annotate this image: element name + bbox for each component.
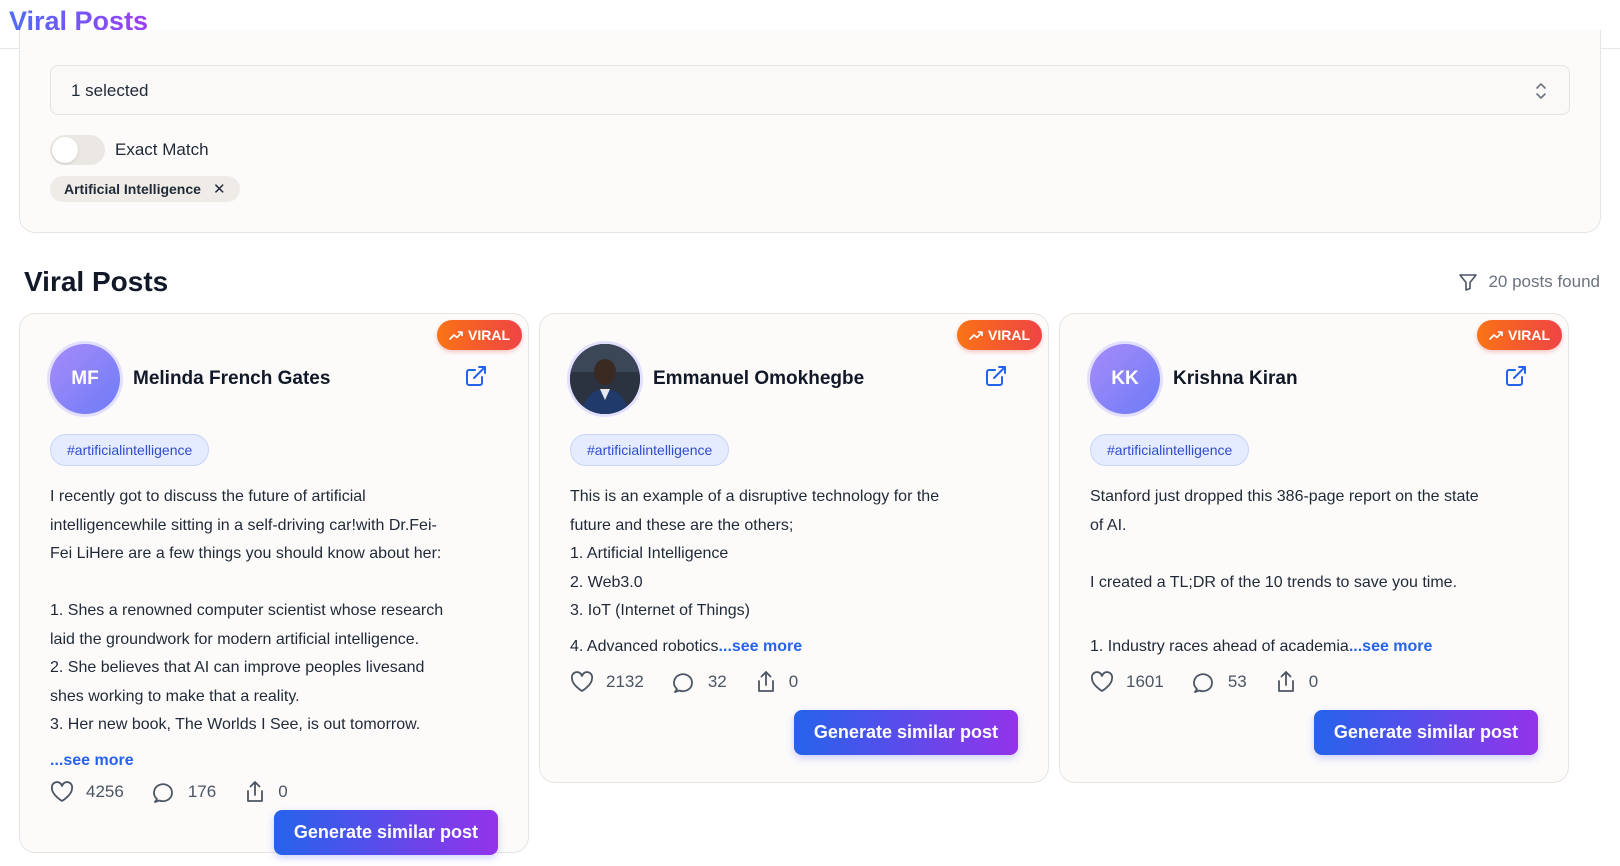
hashtag-badge[interactable]: #artificialintelligence: [50, 434, 210, 466]
author-name: Melinda French Gates: [133, 368, 331, 389]
post-line: [1090, 597, 1538, 626]
comment-icon: [152, 783, 173, 803]
likes-stat[interactable]: 2132: [570, 671, 644, 693]
post-line: [1090, 540, 1538, 569]
post-card: VIRAL KK Krishna Kiran #artificialintell…: [1059, 313, 1569, 783]
post-stats: 1601 53 0: [1090, 670, 1346, 694]
see-more-link[interactable]: ...see more: [1349, 638, 1433, 655]
heart-icon: [570, 671, 594, 692]
likes-stat[interactable]: 4256: [50, 781, 124, 803]
external-link-icon[interactable]: [984, 364, 1008, 388]
shares-count: 0: [788, 672, 799, 691]
post-stats: 4256 176 0: [50, 780, 316, 804]
shares-count: 0: [278, 782, 288, 801]
filter-chip: Artificial Intelligence ✕: [50, 176, 240, 202]
heart-icon: [1090, 671, 1114, 692]
share-icon: [247, 781, 264, 802]
trending-up-icon: [969, 331, 983, 340]
hashtag-badge[interactable]: #artificialintelligence: [570, 434, 730, 466]
generate-similar-button[interactable]: Generate similar post: [273, 810, 498, 855]
viral-badge: VIRAL: [437, 320, 522, 350]
viral-badge: VIRAL: [957, 320, 1042, 350]
select-value: 1 selected: [71, 81, 149, 100]
post-line: 3. Her new book, The Worlds I See, is ou…: [50, 716, 421, 733]
post-line: 4. Advanced robotics: [570, 637, 719, 655]
see-more-link[interactable]: ...see more: [50, 752, 134, 769]
post-line: laid the groundwork for modern artificia…: [50, 630, 420, 648]
comments-count: 53: [1227, 672, 1247, 691]
post-text: This is an example of a disruptive techn…: [570, 483, 1018, 661]
likes-stat[interactable]: 1601: [1090, 671, 1164, 693]
viral-label: VIRAL: [988, 327, 1030, 343]
post-line: 2. Web3.0: [570, 573, 643, 591]
post-line: 2. She believes that AI can improve peop…: [50, 659, 425, 676]
post-line: Stanford just dropped this 386-page repo…: [1090, 488, 1479, 505]
toggle-knob: [52, 137, 78, 163]
shares-stat[interactable]: 0: [244, 780, 288, 804]
external-link-icon[interactable]: [464, 364, 488, 388]
see-more-link[interactable]: ...see more: [719, 638, 803, 655]
share-icon: [757, 671, 774, 692]
viral-label: VIRAL: [468, 327, 510, 343]
trending-up-icon: [1489, 331, 1503, 340]
comments-stat[interactable]: 176: [152, 781, 216, 803]
post-text: I recently got to discuss the future of …: [50, 483, 498, 775]
post-line: 1. Shes a renowned computer scientist wh…: [50, 602, 444, 619]
comments-count: 32: [707, 672, 727, 691]
shares-count: 0: [1308, 672, 1319, 691]
posts-found-label: 20 posts found: [1488, 272, 1600, 291]
hashtag-badge[interactable]: #artificialintelligence: [1090, 434, 1250, 466]
shares-stat[interactable]: 0: [1275, 670, 1318, 694]
likes-count: 1601: [1126, 672, 1164, 691]
post-line: Fei LiHere are a few things you should k…: [50, 545, 442, 562]
comments-count: 176: [187, 782, 217, 801]
post-stats: 2132 32 0: [570, 670, 826, 694]
profile-photo-icon: [570, 344, 640, 414]
post-line: I recently got to discuss the future of …: [50, 488, 366, 505]
post-line: This is an example of a disruptive techn…: [570, 488, 940, 505]
comment-icon: [672, 673, 693, 693]
posts-found: 20 posts found: [1458, 272, 1600, 292]
comment-icon: [1192, 673, 1213, 693]
category-select[interactable]: 1 selected: [50, 65, 1570, 115]
close-icon[interactable]: ✕: [213, 180, 226, 198]
viral-label: VIRAL: [1508, 327, 1550, 343]
post-card: VIRAL MF Melinda French Gates #artificia…: [19, 313, 529, 855]
comments-stat[interactable]: 53: [1192, 671, 1247, 693]
post-line: future and these are the others;: [570, 516, 794, 534]
avatar: KK: [1090, 344, 1160, 414]
share-icon: [1277, 671, 1294, 692]
comments-stat[interactable]: 32: [672, 671, 727, 693]
shares-stat[interactable]: 0: [755, 670, 798, 694]
heart-icon: [50, 781, 74, 802]
filter-panel: [19, 30, 1601, 233]
generate-similar-button[interactable]: Generate similar post: [1313, 710, 1538, 755]
author-name: Krishna Kiran: [1173, 368, 1298, 389]
post-line: 1. Artificial Intelligence: [570, 545, 729, 562]
post-line: 3. IoT (Internet of Things): [570, 602, 750, 619]
post-line: [50, 569, 498, 598]
viral-badge: VIRAL: [1477, 320, 1562, 350]
filter-icon: [1459, 274, 1478, 291]
post-card: VIRAL Emmanuel Omokhegbe #artificialinte…: [539, 313, 1049, 783]
trending-up-icon: [449, 331, 463, 340]
post-line: of AI.: [1090, 516, 1127, 534]
exact-match-toggle[interactable]: [50, 135, 105, 165]
post-text: Stanford just dropped this 386-page repo…: [1090, 483, 1538, 661]
exact-match-label: Exact Match: [115, 140, 209, 159]
generate-similar-button[interactable]: Generate similar post: [793, 710, 1018, 755]
post-line: 1. Industry races ahead of academia: [1090, 637, 1349, 655]
post-line: intelligencewhile sitting in a self-driv…: [50, 516, 437, 534]
post-line: shes working to make that a reality.: [50, 687, 300, 705]
section-title: Viral Posts: [24, 266, 169, 297]
avatar: MF: [50, 344, 120, 414]
chip-label: Artificial Intelligence: [64, 181, 201, 197]
post-line: I created a TL;DR of the 10 trends to sa…: [1090, 573, 1458, 591]
likes-count: 4256: [86, 782, 124, 801]
avatar: [570, 344, 640, 414]
author-name: Emmanuel Omokhegbe: [653, 368, 865, 389]
external-link-icon[interactable]: [1504, 364, 1528, 388]
likes-count: 2132: [606, 672, 644, 691]
chevron-up-down-icon: [1536, 83, 1546, 99]
